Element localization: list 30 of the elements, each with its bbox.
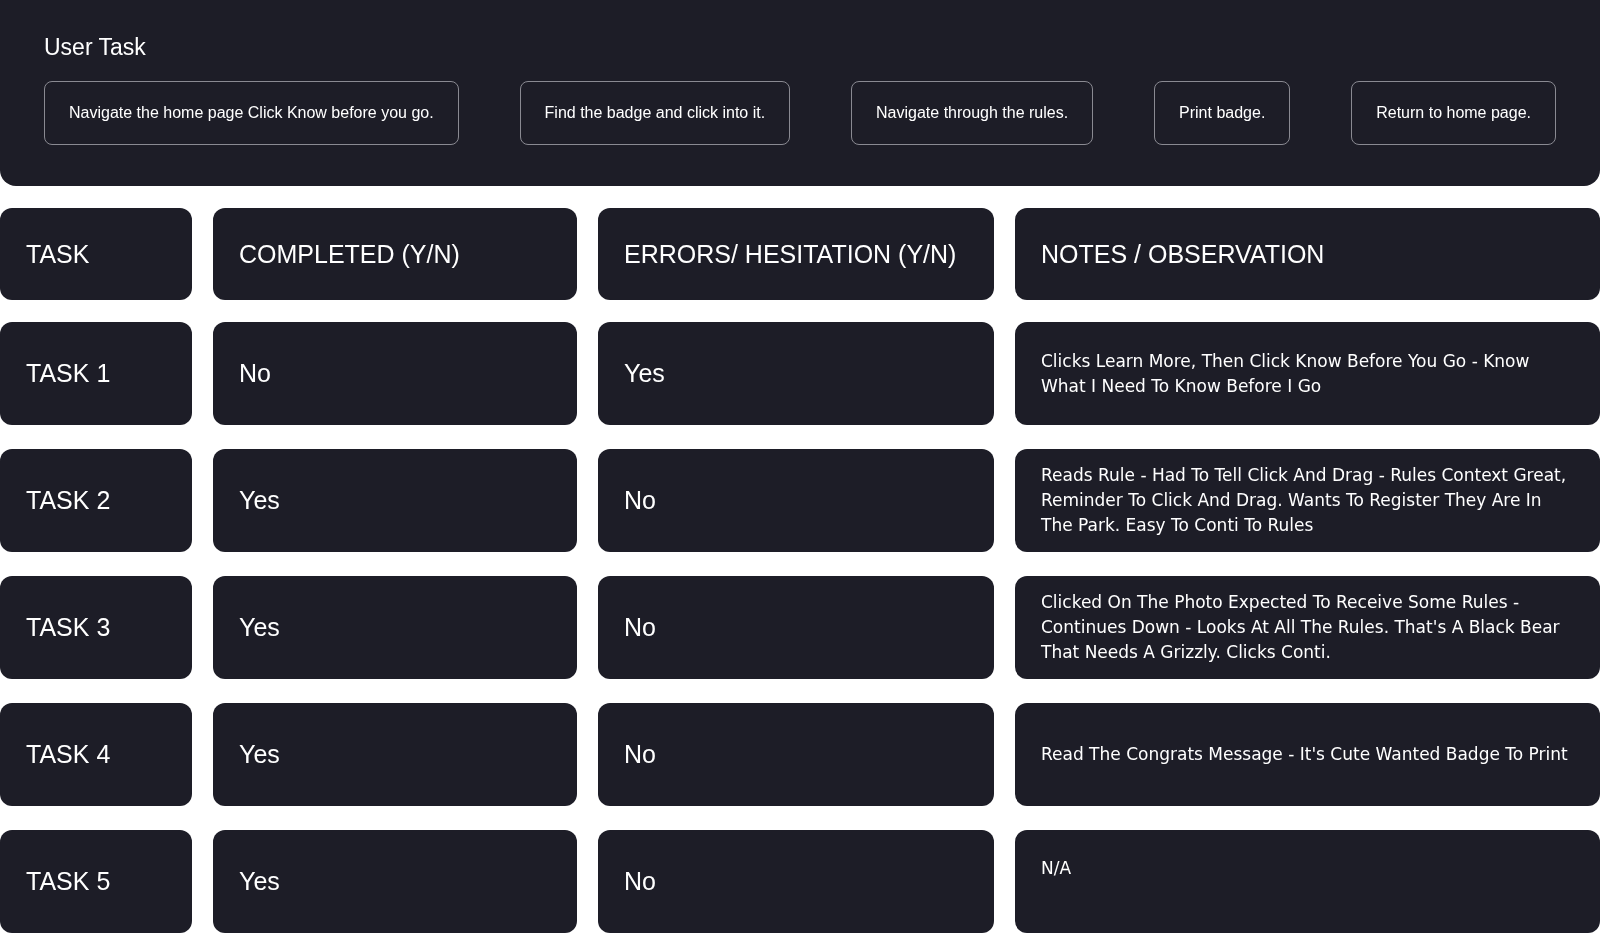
notes-cell: Read The Congrats Message - It's Cute Wanted Badge To Print <box>1015 703 1600 806</box>
task-chip: Find the badge and click into it. <box>519 81 791 145</box>
table-cell: No <box>598 830 994 933</box>
notes-cell: Clicks Learn More, Then Click Know Before You Go - Know What I Need To Know Before I Go <box>1015 322 1600 425</box>
table-cell: TASK 5 <box>0 830 192 933</box>
table-cell: Yes <box>598 322 994 425</box>
table-cell: No <box>598 576 994 679</box>
table-cell: TASK 1 <box>0 322 192 425</box>
table-cell: No <box>598 449 994 552</box>
table-cell: TASK 4 <box>0 703 192 806</box>
task-chip: Navigate the home page Click Know before you go. <box>44 81 459 145</box>
notes-cell: Clicked On The Photo Expected To Receive Some Rules - Continues Down - Looks At All The Rules. That's A Black Bear That Needs A Grizzly. Clicks Conti. <box>1015 576 1600 679</box>
task-chip: Return to home page. <box>1351 81 1556 145</box>
table-cell: Yes <box>213 449 577 552</box>
notes-cell: Reads Rule - Had To Tell Click And Drag - Rules Context Great, Reminder To Click And Drag. Wants To Register They Are In The Park. Easy To Conti To Rules <box>1015 449 1600 552</box>
table-cell: TASK 3 <box>0 576 192 679</box>
table-cell: No <box>598 703 994 806</box>
task-chip: Print badge. <box>1154 81 1291 145</box>
column-header: NOTES / OBSERVATION <box>1015 208 1600 300</box>
column-header: COMPLETED (Y/N) <box>213 208 577 300</box>
table-cell: Yes <box>213 830 577 933</box>
panel-title: User Task <box>44 34 147 61</box>
task-chip: Navigate through the rules. <box>851 81 1094 145</box>
table-cell: Yes <box>213 703 577 806</box>
column-header: ERRORS/ HESITATION (Y/N) <box>598 208 994 300</box>
notes-cell: N/A <box>1015 830 1600 933</box>
table-cell: Yes <box>213 576 577 679</box>
column-header: TASK <box>0 208 192 300</box>
table-cell: No <box>213 322 577 425</box>
table-cell: TASK 2 <box>0 449 192 552</box>
